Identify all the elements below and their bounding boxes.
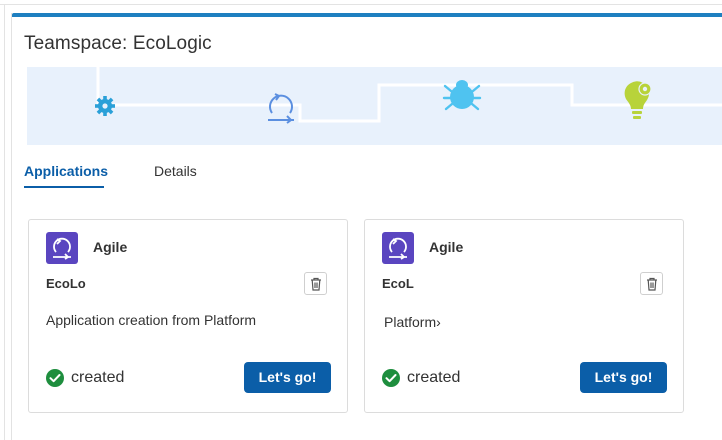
lets-go-button[interactable]: Let's go! (580, 362, 667, 393)
application-type: Agile (429, 239, 464, 255)
teamspace-banner (27, 67, 722, 145)
frame-divider-left (4, 4, 5, 440)
delete-button[interactable] (304, 272, 327, 295)
active-tab-indicator (24, 186, 104, 188)
application-description: Platform› (384, 314, 441, 330)
check-circle-icon (382, 369, 400, 387)
status-label: created (71, 369, 125, 386)
tab-applications[interactable]: Applications (24, 163, 108, 179)
application-name: EcoLo (46, 276, 86, 291)
gear-icon (95, 96, 115, 116)
agile-cycle-icon (382, 232, 414, 264)
application-description: Application creation from Platform (46, 312, 257, 328)
lets-go-button[interactable]: Let's go! (244, 362, 331, 393)
application-card: Agile EcoLo Application creation from Pl… (28, 219, 348, 413)
page-title: Teamspace: EcoLogic (24, 33, 212, 54)
delete-button[interactable] (640, 272, 663, 295)
frame-divider-top (0, 4, 722, 5)
application-card: Agile EcoL Platform› created Let's go! (364, 219, 684, 413)
check-circle-icon (46, 369, 64, 387)
application-name: EcoL (382, 276, 414, 291)
tab-details[interactable]: Details (154, 163, 197, 179)
status-label: created (407, 369, 461, 386)
trash-icon (647, 277, 657, 291)
app-frame: Teamspace: EcoLogic Applications Details… (0, 0, 722, 440)
idea-gear-icon (624, 81, 652, 119)
trash-icon (311, 277, 321, 291)
panel-accent-bar (12, 13, 722, 17)
agile-cycle-icon (46, 232, 78, 264)
teamspace-panel: Teamspace: EcoLogic Applications Details… (11, 13, 722, 440)
application-type: Agile (93, 239, 128, 255)
banner-illustration (95, 67, 722, 124)
cycle-icon (268, 93, 294, 124)
